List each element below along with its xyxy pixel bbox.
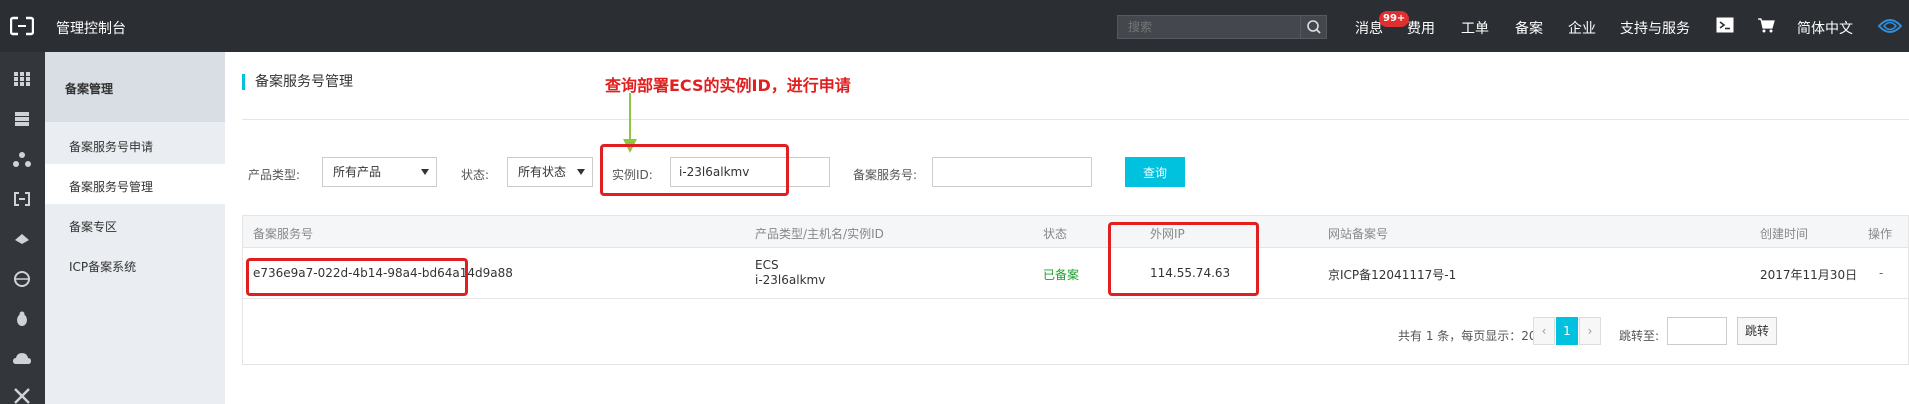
nav-icp[interactable]: 备案 <box>1515 18 1543 38</box>
sidebar-header-title: 备案管理 <box>65 82 114 96</box>
user-avatar-icon[interactable] <box>1875 12 1905 40</box>
jump-page-input[interactable] <box>1667 317 1727 345</box>
nav-billing[interactable]: 费用 <box>1407 18 1435 38</box>
search-input[interactable] <box>1118 16 1298 38</box>
status-badge: 已备案 <box>1043 268 1080 282</box>
product-type-label: 产品类型: <box>248 168 301 182</box>
cart-icon[interactable] <box>1757 17 1775 33</box>
sidebar-item-manage[interactable]: 备案服务号管理 <box>69 178 153 195</box>
icp-sidebar: 备案管理 备案服务号申请 备案服务号管理 备案专区 ICP备案系统 <box>45 52 225 404</box>
nav-tickets[interactable]: 工单 <box>1461 18 1489 38</box>
cloud-shield-icon[interactable] <box>12 230 32 248</box>
col-service-no: 备案服务号 <box>253 227 314 241</box>
console-title[interactable]: 管理控制台 <box>56 18 126 38</box>
table-header: 备案服务号 产品类型/主机名/实例ID 状态 外网IP 网站备案号 创建时间 操… <box>243 216 1908 248</box>
pagination: 共有 1 条，每页显示：20条 ‹ 1 › 跳转至: 跳转 <box>243 299 1908 365</box>
global-search <box>1117 15 1327 39</box>
annotation-text: 查询部署ECS的实例ID，进行申请 <box>605 76 851 95</box>
status-value: 所有状态 <box>518 165 567 179</box>
bug-icon[interactable] <box>12 310 32 328</box>
instance-id-highlight <box>600 144 789 196</box>
terminal-icon[interactable] <box>1716 17 1734 33</box>
title-divider <box>242 119 1909 120</box>
product-type-value: 所有产品 <box>333 165 382 179</box>
network-icon[interactable] <box>12 150 32 168</box>
product-type-select[interactable]: 所有产品 <box>322 157 437 187</box>
jump-button[interactable]: 跳转 <box>1737 317 1777 345</box>
prev-page-button[interactable]: ‹ <box>1533 317 1555 345</box>
message-count-badge: 99+ <box>1379 11 1410 27</box>
main-content: 备案服务号管理 查询部署ECS的实例ID，进行申请 产品类型: 所有产品 状态:… <box>225 52 1909 404</box>
next-page-button[interactable]: › <box>1579 317 1601 345</box>
col-actions: 操作 <box>1868 227 1893 241</box>
pagination-summary: 共有 1 条，每页显示：20条 <box>1398 329 1549 343</box>
nav-enterprise[interactable]: 企业 <box>1568 18 1596 38</box>
sidebar-item-zone[interactable]: 备案专区 <box>69 218 117 235</box>
search-icon <box>1307 20 1321 34</box>
search-button[interactable] <box>1300 16 1326 38</box>
status-label: 状态: <box>461 168 490 182</box>
globe-icon[interactable] <box>12 270 32 288</box>
table-row: e736e9a7-022d-4b14-98a4-bd64a14d9a88 ECS… <box>243 249 1908 299</box>
language-switch[interactable]: 简体中文 <box>1797 18 1853 38</box>
service-no-highlight <box>246 258 468 296</box>
page-title: 备案服务号管理 <box>242 74 353 90</box>
sidebar-item-apply[interactable]: 备案服务号申请 <box>69 138 153 155</box>
col-icp: 网站备案号 <box>1328 227 1389 241</box>
query-button[interactable]: 查询 <box>1125 157 1185 187</box>
sidebar-header: 备案管理 <box>45 52 225 122</box>
service-no-input[interactable] <box>932 157 1092 187</box>
tools-icon[interactable] <box>12 386 32 404</box>
page-1-button[interactable]: 1 <box>1556 317 1578 345</box>
aliyun-logo-icon[interactable] <box>10 16 34 36</box>
instance-cell: i-23l6alkmv <box>755 273 826 287</box>
sidebar-item-icp-system[interactable]: ICP备案系统 <box>69 258 136 275</box>
product-cell: ECS <box>755 258 779 272</box>
top-navbar: 管理控制台 消息 99+ 费用 工单 备案 企业 支持与服务 简体中文 <box>0 0 1909 52</box>
nav-support[interactable]: 支持与服务 <box>1620 18 1690 38</box>
jump-label: 跳转至: <box>1619 329 1660 343</box>
col-status: 状态 <box>1043 227 1068 241</box>
service-number-table: 备案服务号 产品类型/主机名/实例ID 状态 外网IP 网站备案号 创建时间 操… <box>242 215 1909 365</box>
col-created: 创建时间 <box>1760 227 1809 241</box>
chevron-down-icon <box>421 169 429 175</box>
icp-number-highlight <box>1108 222 1259 296</box>
apps-grid-icon[interactable] <box>12 70 32 88</box>
col-product: 产品类型/主机名/实例ID <box>755 227 884 241</box>
row-action-link[interactable]: - <box>1879 266 1883 280</box>
aliyun-small-icon[interactable] <box>12 190 32 208</box>
server-icon[interactable] <box>12 110 32 128</box>
status-select[interactable]: 所有状态 <box>507 157 593 187</box>
product-icon-rail <box>0 52 45 404</box>
service-no-label: 备案服务号: <box>853 168 918 182</box>
cloud-upload-icon[interactable] <box>12 350 32 368</box>
created-cell: 2017年11月30日 <box>1760 268 1858 282</box>
chevron-down-icon <box>577 169 585 175</box>
icp-cell: 京ICP备12041117号-1 <box>1328 268 1457 282</box>
